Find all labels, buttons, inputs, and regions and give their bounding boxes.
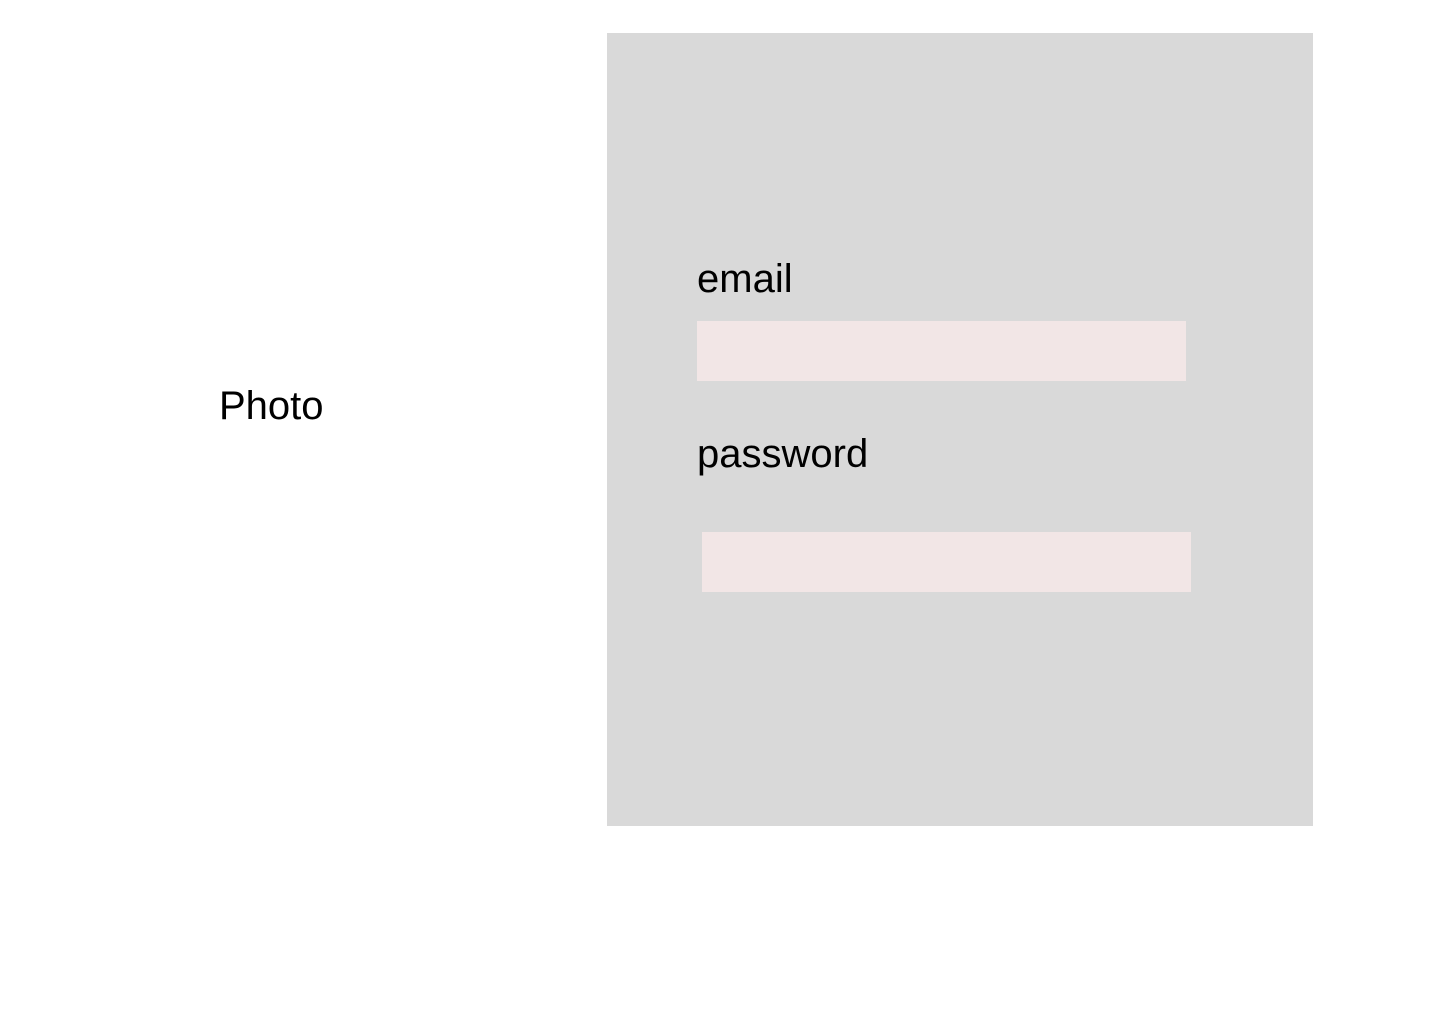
- photo-placeholder: Photo: [219, 384, 324, 428]
- email-input[interactable]: [697, 321, 1186, 381]
- password-label: password: [697, 432, 869, 476]
- login-panel: email password: [607, 33, 1313, 826]
- password-input[interactable]: [702, 532, 1191, 592]
- email-label: email: [697, 257, 793, 301]
